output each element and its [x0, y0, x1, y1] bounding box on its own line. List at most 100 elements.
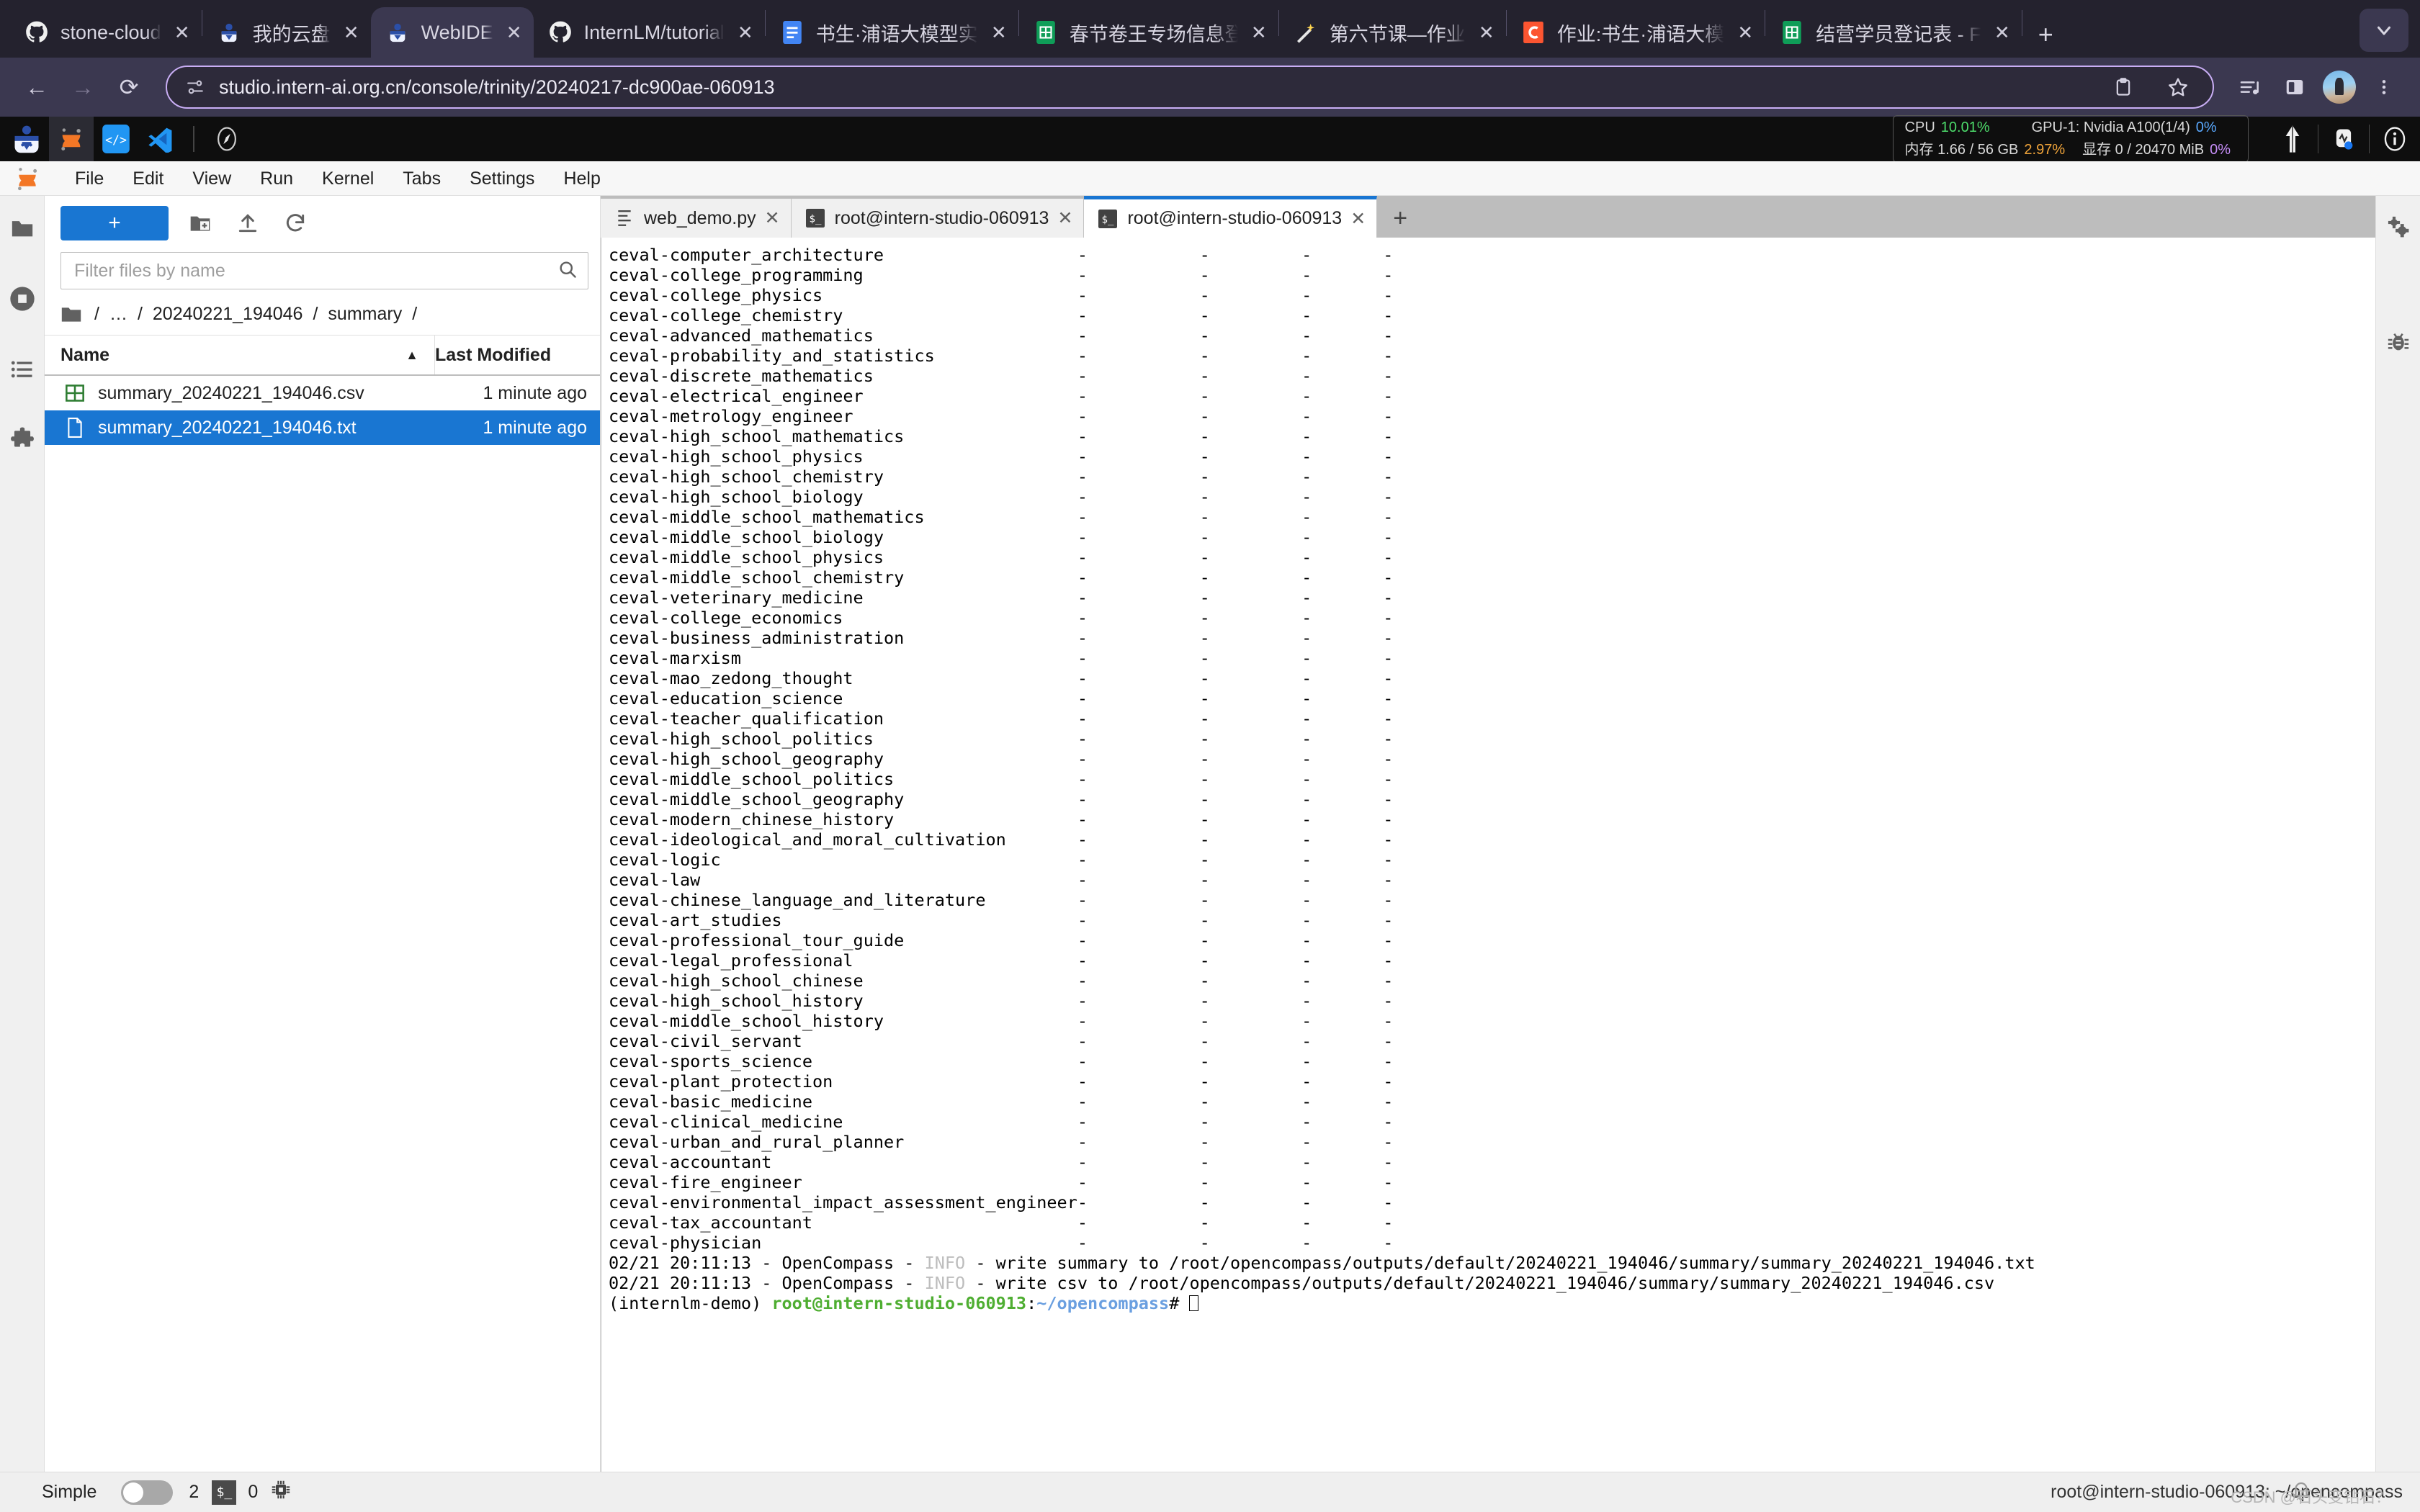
file-modified: 1 minute ago [483, 417, 587, 438]
browser-tab-3[interactable]: InternLM/tutorial ✕ [534, 7, 765, 58]
file-browser-icon[interactable] [6, 212, 39, 245]
file-browser-toolbar: + [45, 196, 600, 248]
new-launcher-button[interactable]: + [60, 206, 169, 240]
menu-kernel[interactable]: Kernel [308, 161, 388, 196]
breadcrumb-sep-3: / [412, 304, 418, 324]
extension-manager-icon[interactable] [6, 423, 39, 456]
running-terminals-icon[interactable] [6, 282, 39, 315]
browser-tab-6[interactable]: 第六节课—作业 ✕ [1279, 7, 1506, 58]
menu-help[interactable]: Help [549, 161, 614, 196]
debugger-icon[interactable] [2382, 325, 2415, 359]
browser-toolbar: ← → ⟳ studio.intern-ai.org.cn/console/tr… [0, 58, 2420, 117]
property-inspector-icon[interactable] [2382, 210, 2415, 243]
search-input[interactable] [74, 260, 552, 282]
breadcrumb-item-run[interactable]: 20240221_194046 [148, 304, 308, 325]
filter-box[interactable] [60, 252, 588, 289]
dock-tab-terminal-2[interactable]: $_ root@intern-studio-060913 ✕ [1084, 196, 1378, 238]
column-header-modified[interactable]: Last Modified [434, 336, 600, 374]
jupyter-icon[interactable] [49, 117, 94, 161]
dock-tab-terminal-1[interactable]: $_ root@intern-studio-060913 ✕ [791, 199, 1085, 238]
vscode-icon[interactable] [138, 117, 183, 161]
menu-file[interactable]: File [60, 161, 118, 196]
close-icon[interactable]: ✕ [1477, 22, 1496, 44]
new-tab-button[interactable]: + [2022, 22, 2069, 48]
column-header-name[interactable]: Name ▲ [45, 345, 434, 366]
file-name: summary_20240221_194046.csv [98, 382, 364, 403]
code-server-icon[interactable]: </> [94, 117, 138, 161]
menu-settings[interactable]: Settings [455, 161, 549, 196]
jupyter-logo [13, 164, 42, 193]
simple-mode-toggle[interactable] [121, 1480, 174, 1505]
info-icon[interactable] [2370, 117, 2420, 161]
close-icon[interactable]: ✕ [1250, 22, 1268, 44]
back-button[interactable]: ← [16, 66, 58, 108]
side-panel-icon[interactable] [2275, 67, 2315, 107]
site-settings-icon[interactable] [186, 78, 205, 96]
appbar-divider [193, 126, 194, 152]
breadcrumb-item-summary[interactable]: summary [323, 304, 407, 325]
terminal-panel[interactable]: ceval-computer_architecture - - - - ceva… [601, 238, 2375, 1472]
browser-tab-0[interactable]: stone-cloud ✕ [10, 7, 202, 58]
table-of-contents-icon[interactable] [6, 353, 39, 386]
avatar [2323, 71, 2356, 104]
refresh-icon[interactable] [279, 207, 311, 239]
svg-text:$_: $_ [1102, 214, 1114, 225]
close-icon[interactable]: ✕ [505, 22, 524, 44]
chevron-down-icon[interactable] [2360, 9, 2408, 52]
dock-tab-bar: web_demo.py ✕ $_ root@intern-studio-0609… [601, 196, 2375, 238]
monitor-icon[interactable] [2318, 117, 2369, 161]
close-icon[interactable]: ✕ [173, 22, 192, 44]
intern-studio-logo[interactable] [4, 117, 49, 161]
star-icon[interactable] [2158, 67, 2198, 107]
docs-icon [780, 20, 805, 45]
media-list-icon[interactable] [2230, 67, 2270, 107]
github-icon [548, 20, 573, 45]
menu-edit[interactable]: Edit [118, 161, 178, 196]
dock-tab-label: root@intern-studio-060913 [834, 207, 1049, 228]
close-icon[interactable]: ✕ [1057, 207, 1073, 229]
memory-label: 内存 1.66 / 56 GB [1904, 142, 2019, 158]
breadcrumb-root[interactable]: / [89, 304, 104, 325]
close-icon[interactable]: ✕ [1350, 208, 1366, 230]
browser-tab-4[interactable]: 书生·浦语大模型实 ✕ [766, 7, 1018, 58]
browser-tab-strip: stone-cloud ✕ 我的云盘 ✕ WebIDE ✕ InternLM/t… [0, 0, 2420, 58]
close-icon[interactable]: ✕ [1736, 22, 1754, 44]
new-folder-icon[interactable] [184, 207, 216, 239]
table-row[interactable]: summary_20240221_194046.txt 1 minute ago [45, 410, 600, 445]
terminal-output: ceval-computer_architecture - - - - ceva… [601, 238, 2375, 1472]
profile-avatar[interactable] [2319, 67, 2360, 107]
menu-run[interactable]: Run [246, 161, 308, 196]
dock-tab-label: web_demo.py [644, 207, 756, 228]
vram-label: 显存 0 / 20470 MiB [2082, 142, 2205, 158]
menu-view[interactable]: View [178, 161, 246, 196]
close-icon[interactable]: ✕ [990, 22, 1008, 44]
upload-icon[interactable] [232, 207, 264, 239]
address-bar[interactable]: studio.intern-ai.org.cn/console/trinity/… [166, 66, 2214, 109]
dock-tab-web-demo[interactable]: web_demo.py ✕ [601, 199, 792, 238]
browser-tab-1[interactable]: 我的云盘 ✕ [202, 7, 371, 58]
forward-button[interactable]: → [62, 66, 104, 108]
compass-icon[interactable] [205, 117, 249, 161]
folder-icon[interactable] [60, 305, 82, 324]
reload-button[interactable]: ⟳ [108, 66, 150, 108]
browser-tab-7[interactable]: 作业:书生·浦语大模 ✕ [1507, 7, 1765, 58]
breadcrumb-ellipsis[interactable]: … [104, 304, 133, 325]
menu-tabs[interactable]: Tabs [388, 161, 455, 196]
browser-tab-title: 作业:书生·浦语大模 [1556, 23, 1725, 45]
text-file-icon [58, 418, 92, 438]
close-icon[interactable]: ✕ [736, 22, 755, 44]
more-menu-icon[interactable] [2364, 67, 2404, 107]
svg-text:$_: $_ [809, 213, 821, 225]
browser-tab-2[interactable]: WebIDE ✕ [370, 7, 534, 58]
add-tab-button[interactable]: + [1377, 199, 1423, 238]
close-icon[interactable]: ✕ [342, 22, 361, 44]
browser-tab-8[interactable]: 结营学员登记表 - F ✕ [1765, 7, 2022, 58]
file-list-empty-space [45, 445, 600, 1472]
file-list-header: Name ▲ Last Modified [45, 336, 600, 376]
close-icon[interactable]: ✕ [765, 207, 781, 229]
table-row[interactable]: summary_20240221_194046.csv 1 minute ago [45, 376, 600, 410]
upload-arrow-icon[interactable] [2267, 117, 2318, 161]
browser-tab-5[interactable]: 春节卷王专场信息登 ✕ [1019, 7, 1278, 58]
close-icon[interactable]: ✕ [1993, 22, 2012, 44]
clipboard-icon[interactable] [2103, 67, 2143, 107]
